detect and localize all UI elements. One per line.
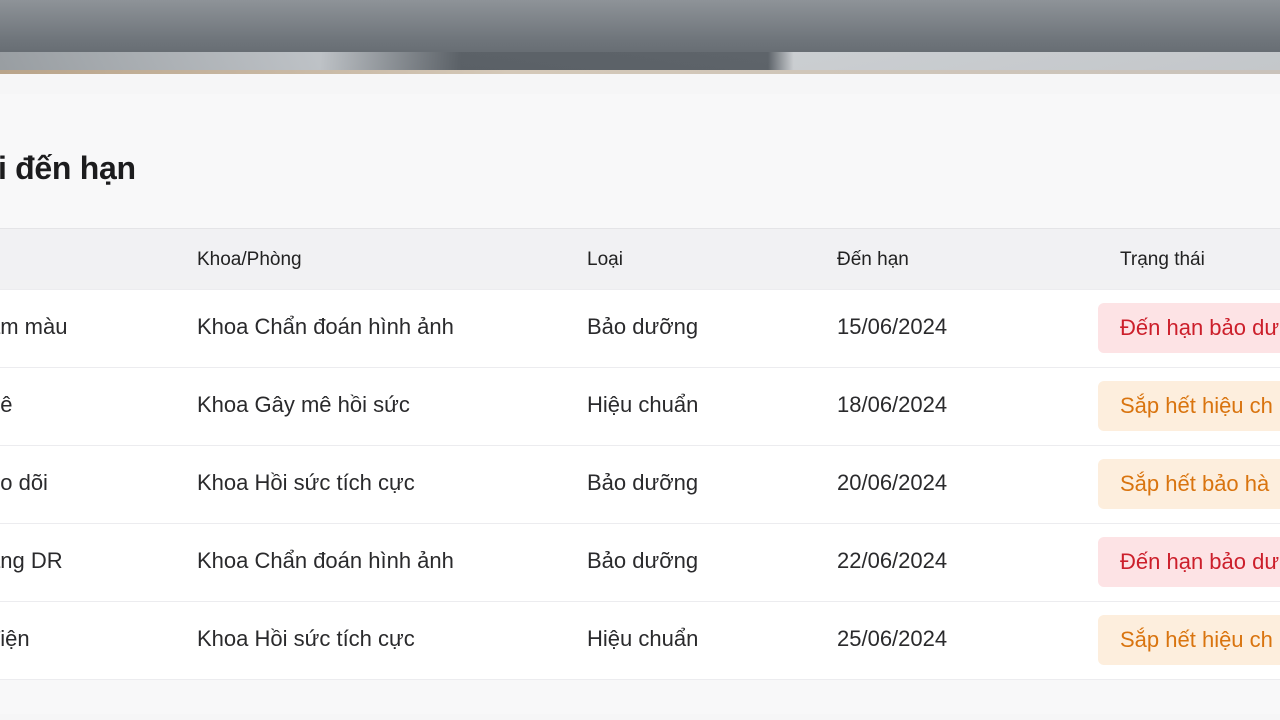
device-name: điện (0, 626, 30, 651)
device-name: am màu (0, 314, 68, 339)
type-cell: Bảo dưỡng (587, 548, 699, 573)
header-type[interactable]: Loại (587, 249, 623, 271)
table-row[interactable]: ang DR Khoa Chẩn đoán hình ảnh Bảo dưỡng… (0, 524, 1280, 602)
header-status[interactable]: Trạng thái (1120, 249, 1205, 271)
status-badge: Đến hạn bảo dư (1098, 537, 1280, 587)
status-badge: Sắp hết hiệu ch (1098, 615, 1280, 665)
page-title: i đến hạn (0, 150, 136, 186)
device-name: ang DR (0, 548, 63, 573)
status-badge: Sắp hết hiệu ch (1098, 381, 1280, 431)
header-due-date[interactable]: Đến hạn (837, 249, 909, 271)
due-date-cell: 20/06/2024 (837, 470, 948, 495)
table-header: Khoa/Phòng Loại Đến hạn Trạng thái (0, 229, 1280, 290)
table-row[interactable]: điện Khoa Hồi sức tích cực Hiệu chuẩn 25… (0, 602, 1280, 680)
department-cell: Khoa Chẩn đoán hình ảnh (197, 314, 454, 339)
table-row[interactable]: eo dõi Khoa Hồi sức tích cực Bảo dưỡng 2… (0, 446, 1280, 524)
device-name: nê (0, 392, 13, 417)
screen: i đến hạn Khoa/Phòng Loại Đến hạn Trạng … (0, 74, 1280, 720)
device-name: eo dõi (0, 470, 48, 495)
type-cell: Hiệu chuẩn (587, 626, 699, 651)
due-date-cell: 25/06/2024 (837, 626, 948, 651)
due-date-cell: 22/06/2024 (837, 548, 948, 573)
type-cell: Hiệu chuẩn (587, 392, 699, 417)
department-cell: Khoa Hồi sức tích cực (197, 626, 415, 651)
header-department[interactable]: Khoa/Phòng (197, 249, 302, 271)
due-items-table: Khoa/Phòng Loại Đến hạn Trạng thái am mà… (0, 228, 1280, 680)
department-cell: Khoa Gây mê hồi sức (197, 392, 410, 417)
table-row[interactable]: nê Khoa Gây mê hồi sức Hiệu chuẩn 18/06/… (0, 368, 1280, 446)
due-date-cell: 15/06/2024 (837, 314, 948, 339)
due-date-cell: 18/06/2024 (837, 392, 948, 417)
table-row[interactable]: am màu Khoa Chẩn đoán hình ảnh Bảo dưỡng… (0, 290, 1280, 368)
department-cell: Khoa Chẩn đoán hình ảnh (197, 548, 454, 573)
status-badge: Đến hạn bảo dư (1098, 303, 1280, 353)
due-items-card: i đến hạn Khoa/Phòng Loại Đến hạn Trạng … (0, 94, 1280, 714)
type-cell: Bảo dưỡng (587, 314, 699, 339)
bezel-reflection (0, 52, 1280, 72)
department-cell: Khoa Hồi sức tích cực (197, 470, 415, 495)
status-badge: Sắp hết bảo hà (1098, 459, 1280, 509)
type-cell: Bảo dưỡng (587, 470, 699, 495)
